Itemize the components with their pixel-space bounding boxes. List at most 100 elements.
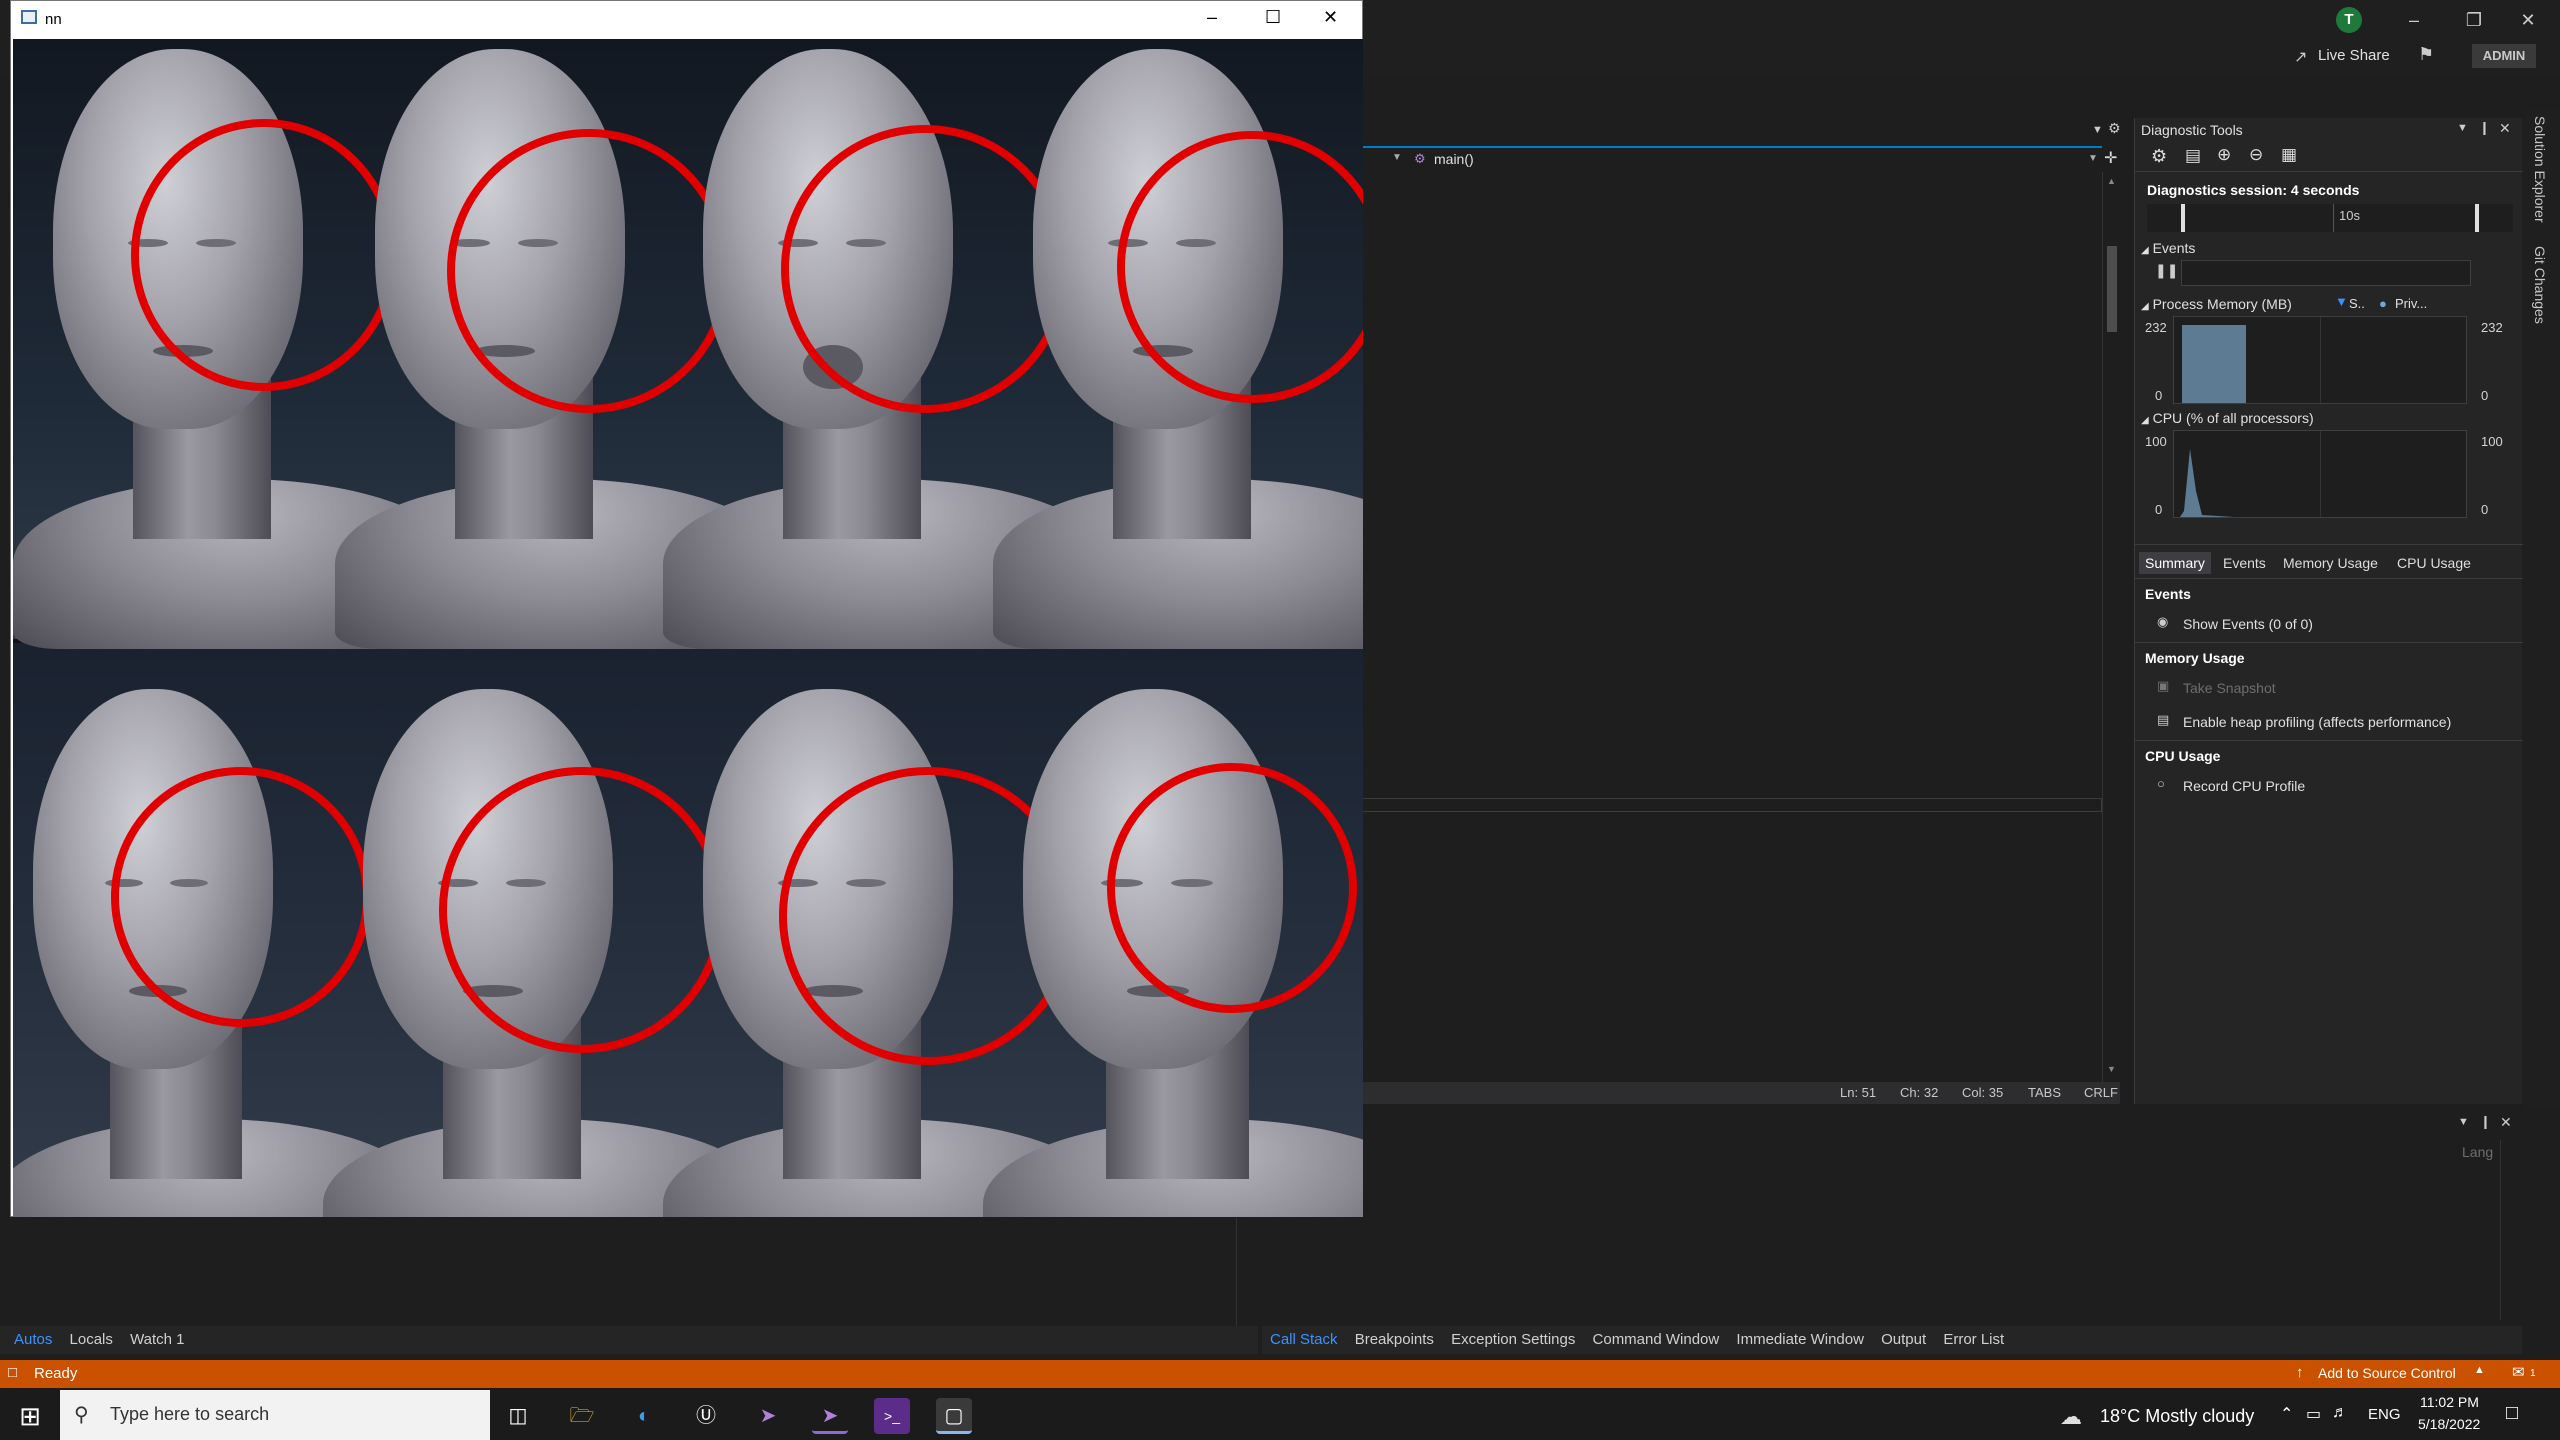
take-snapshot-button[interactable]: Take Snapshot xyxy=(2183,680,2276,696)
terminal-icon[interactable]: >_ xyxy=(874,1398,910,1434)
export-icon[interactable]: ▤ xyxy=(2185,146,2201,166)
action-center-icon[interactable]: □ xyxy=(2506,1402,2518,1425)
timeline-ruler[interactable]: 10s xyxy=(2147,204,2513,232)
pin-icon[interactable]: ❙ xyxy=(2479,120,2490,136)
gear-icon[interactable]: ⚙ xyxy=(2108,120,2121,137)
window-dropdown-icon[interactable]: ▼ xyxy=(2458,1116,2469,1128)
pin-icon[interactable]: ❙ xyxy=(2480,1114,2491,1130)
split-editor-icon[interactable]: ✛ xyxy=(2104,148,2120,168)
diagnostic-tabs: Summary Events Memory Usage CPU Usage xyxy=(2139,552,2519,576)
user-avatar[interactable]: T xyxy=(2336,7,2362,33)
events-track[interactable] xyxy=(2181,260,2471,286)
zoom-in-icon[interactable]: ⊕ xyxy=(2217,145,2231,165)
tab-cpu-usage[interactable]: CPU Usage xyxy=(2397,555,2471,571)
collapse-icon[interactable]: ◢ xyxy=(2141,415,2149,426)
volume-icon[interactable]: ♬ xyxy=(2332,1404,2348,1422)
app-window-icon[interactable]: ▢ xyxy=(936,1398,972,1434)
events-section-header[interactable]: ◢ Events xyxy=(2141,240,2195,256)
sculpted-head xyxy=(13,689,433,1217)
pane-scrollbar[interactable] xyxy=(2500,1140,2518,1320)
line-number[interactable]: Ln: 51 xyxy=(1840,1085,1876,1100)
show-events-link[interactable]: Show Events (0 of 0) xyxy=(2183,616,2313,632)
git-changes-tab[interactable]: Git Changes xyxy=(2532,246,2548,324)
maximize-icon[interactable]: ☐ xyxy=(1265,7,1281,28)
network-icon[interactable]: ▭ xyxy=(2306,1404,2321,1424)
settings-icon[interactable]: ⚙ xyxy=(2151,146,2167,167)
indent-mode[interactable]: TABS xyxy=(2028,1085,2061,1100)
collapse-icon[interactable]: ◢ xyxy=(2141,245,2149,256)
unreal-engine-icon[interactable]: Ⓤ xyxy=(688,1398,724,1434)
add-to-source-control-button[interactable]: Add to Source Control xyxy=(2318,1365,2456,1381)
visual-studio-icon[interactable]: ➤ xyxy=(750,1398,786,1434)
pane-scrollbar[interactable] xyxy=(1236,1218,1254,1326)
timeline-start-handle[interactable] xyxy=(2181,204,2185,232)
clock-time[interactable]: 11:02 PM xyxy=(2420,1394,2479,1410)
column-number[interactable]: Col: 35 xyxy=(1962,1085,2003,1100)
panel-close-icon[interactable]: ✕ xyxy=(2499,120,2511,137)
scroll-down-icon[interactable]: ▼ xyxy=(2107,1064,2116,1074)
input-language[interactable]: ENG xyxy=(2368,1406,2401,1423)
clock-date[interactable]: 5/18/2022 xyxy=(2418,1416,2480,1432)
restore-icon[interactable]: ❐ xyxy=(2446,0,2502,40)
source-control-dropdown-icon[interactable]: ▲ xyxy=(2474,1364,2485,1376)
tab-call-stack[interactable]: Call Stack xyxy=(1270,1326,1338,1354)
autos-pane[interactable] xyxy=(0,1218,1258,1326)
timeline-end-handle[interactable] xyxy=(2475,204,2479,232)
tab-output[interactable]: Output xyxy=(1881,1326,1926,1354)
pause-icon[interactable]: ❚❚ xyxy=(2155,262,2178,279)
tab-error-list[interactable]: Error List xyxy=(1943,1326,2004,1354)
tab-summary[interactable]: Summary xyxy=(2139,552,2211,574)
tab-watch-1[interactable]: Watch 1 xyxy=(130,1326,184,1354)
line-ending[interactable]: CRLF xyxy=(2084,1085,2118,1100)
memory-section-header[interactable]: ◢ Process Memory (MB) xyxy=(2141,296,2292,312)
notifications-icon[interactable]: ✉ xyxy=(2512,1363,2525,1381)
close-icon[interactable]: ✕ xyxy=(1323,7,1338,28)
tab-memory-usage[interactable]: Memory Usage xyxy=(2283,555,2378,571)
edge-icon[interactable]: ◐ xyxy=(626,1398,662,1434)
cpu-graph[interactable] xyxy=(2173,430,2467,518)
file-explorer-icon[interactable]: 🗁 xyxy=(564,1398,600,1434)
heap-profiling-link[interactable]: Enable heap profiling (affects performan… xyxy=(2183,714,2451,730)
feedback-icon[interactable]: ⚑ xyxy=(2418,44,2434,65)
tab-breakpoints[interactable]: Breakpoints xyxy=(1355,1326,1434,1354)
memory-graph[interactable] xyxy=(2173,316,2467,404)
minimize-icon[interactable]: – xyxy=(2386,0,2442,40)
tab-autos[interactable]: Autos xyxy=(14,1326,52,1354)
task-view-icon[interactable]: ◫ xyxy=(500,1398,536,1434)
window-close-icon[interactable]: ✕ xyxy=(2500,1114,2512,1131)
tab-dropdown-icon[interactable]: ▼ xyxy=(2092,124,2103,136)
weather-text[interactable]: 18°C Mostly cloudy xyxy=(2100,1406,2254,1427)
tray-overflow-icon[interactable]: ⌃ xyxy=(2280,1404,2293,1424)
panel-dropdown-icon[interactable]: ▼ xyxy=(2457,122,2468,134)
cpu-section-header[interactable]: ◢ CPU (% of all processors) xyxy=(2141,410,2314,426)
function-selector[interactable]: main() xyxy=(1434,151,1474,167)
diagnostic-toolbar: ⚙ ▤ ⊕ ⊖ ▦ xyxy=(2135,142,2523,172)
zoom-out-icon[interactable]: ⊖ xyxy=(2249,145,2263,165)
tab-command-window[interactable]: Command Window xyxy=(1593,1326,1720,1354)
call-stack-pane[interactable]: Lang xyxy=(1362,1136,2522,1326)
function-dropdown-icon[interactable]: ▼ xyxy=(2088,153,2098,164)
minimize-icon[interactable]: – xyxy=(1207,7,1217,28)
scroll-up-icon[interactable]: ▲ xyxy=(2107,176,2116,186)
collapse-icon[interactable]: ◢ xyxy=(2141,301,2149,312)
windows-start-icon[interactable]: ⊞ xyxy=(10,1398,50,1434)
taskbar-search[interactable]: ⚲ Type here to search xyxy=(60,1390,490,1440)
editor-scrollbar[interactable]: ▲ ▼ xyxy=(2102,172,2120,1082)
tab-locals[interactable]: Locals xyxy=(70,1326,113,1354)
editor-splitter[interactable] xyxy=(1362,798,2102,812)
tab-immediate-window[interactable]: Immediate Window xyxy=(1736,1326,1864,1354)
app-title-bar[interactable]: nn – ☐ ✕ xyxy=(11,1,1362,39)
code-editor[interactable] xyxy=(1362,172,2102,1082)
reset-view-icon[interactable]: ▦ xyxy=(2281,145,2297,165)
visual-studio-active-icon[interactable]: ➤ xyxy=(812,1398,848,1434)
summary-memory-title: Memory Usage xyxy=(2145,650,2245,666)
solution-explorer-tab[interactable]: Solution Explorer xyxy=(2532,116,2548,223)
scroll-thumb[interactable] xyxy=(2107,246,2117,332)
char-number[interactable]: Ch: 32 xyxy=(1900,1085,1938,1100)
scope-dropdown-icon[interactable]: ▼ xyxy=(1392,152,1402,163)
record-cpu-profile-button[interactable]: Record CPU Profile xyxy=(2183,778,2305,794)
close-icon[interactable]: ✕ xyxy=(2500,0,2556,40)
live-share-button[interactable]: Live Share xyxy=(2318,47,2390,64)
tab-events[interactable]: Events xyxy=(2223,555,2266,571)
tab-exception-settings[interactable]: Exception Settings xyxy=(1451,1326,1575,1354)
